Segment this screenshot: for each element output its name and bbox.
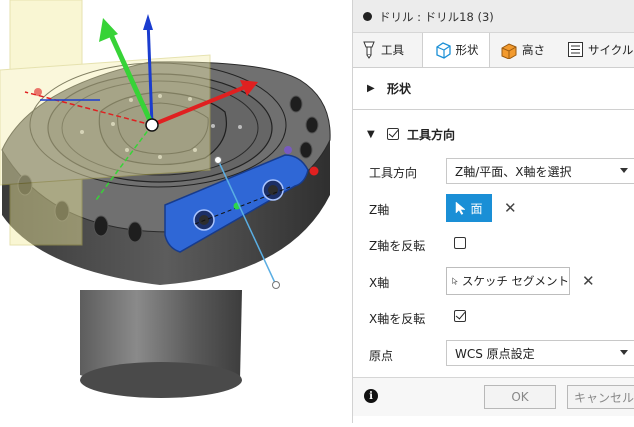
info-icon[interactable]: i <box>364 389 378 403</box>
tab-heights-label: 高さ <box>522 42 545 57</box>
heights-icon <box>500 41 518 59</box>
3d-viewport[interactable] <box>0 0 352 423</box>
collapse-arrow-icon: ▼ <box>367 128 375 140</box>
flip-z-axis-label: Z軸を反転 <box>369 239 426 253</box>
x-axis-selection-button[interactable]: スケッチ セグメント <box>446 267 570 295</box>
tab-cycle-label: サイクル <box>588 42 634 57</box>
z-axis-selection-text: 面 <box>470 201 483 216</box>
flip-x-axis-label: X軸を反転 <box>369 312 426 326</box>
section-geometry-label: 形状 <box>387 81 412 96</box>
tab-bar: 工具 形状 高さ サイクル <box>353 33 634 68</box>
cursor-arrow-icon <box>452 277 458 285</box>
section-tool-orientation-header[interactable]: ▼ 工具方向 <box>353 116 634 152</box>
drill-dialog: ドリル : ドリル18 (3) 工具 形状 高さ サイクル ▶ 形状 ▼ 工具方… <box>352 0 634 423</box>
tab-tool-label: 工具 <box>381 42 404 57</box>
tab-geometry[interactable]: 形状 <box>422 33 490 67</box>
flip-x-axis-checkbox[interactable] <box>454 310 466 322</box>
expand-arrow-icon: ▶ <box>367 82 375 94</box>
dialog-titlebar[interactable]: ドリル : ドリル18 (3) <box>353 0 634 33</box>
dialog-footer: i OK キャンセル <box>353 377 634 416</box>
orientation-value: Z軸/平面、X軸を選択 <box>455 164 572 179</box>
tab-heights[interactable]: 高さ <box>500 33 545 66</box>
tab-geometry-label: 形状 <box>455 43 479 57</box>
z-axis-selection-button[interactable]: 面 <box>446 194 492 222</box>
tab-cycle[interactable]: サイクル <box>567 33 633 66</box>
tool-orientation-checkbox[interactable] <box>387 128 399 140</box>
dialog-title: ドリル : ドリル18 (3) <box>379 10 494 24</box>
cancel-button[interactable]: キャンセル <box>567 385 634 409</box>
collapse-icon[interactable] <box>363 12 372 21</box>
chevron-down-icon <box>620 350 628 355</box>
divider <box>353 109 634 110</box>
ok-button[interactable]: OK <box>484 385 556 409</box>
flip-z-axis-checkbox[interactable] <box>454 237 466 249</box>
geometry-icon <box>434 41 452 59</box>
clear-z-axis-icon[interactable]: ✕ <box>504 199 517 217</box>
section-geometry-header[interactable]: ▶ 形状 <box>353 70 634 106</box>
tab-tool[interactable]: 工具 <box>361 33 404 66</box>
cursor-arrow-icon <box>456 201 467 215</box>
clear-x-axis-icon[interactable]: ✕ <box>582 272 595 290</box>
x-axis-label: X軸 <box>369 276 390 290</box>
origin-select[interactable]: WCS 原点設定 <box>446 340 634 366</box>
origin-value: WCS 原点設定 <box>455 346 535 361</box>
origin-label: 原点 <box>369 349 394 363</box>
section-tool-orientation-label: 工具方向 <box>407 127 456 142</box>
lower-cylinder <box>80 290 242 398</box>
tool-icon <box>361 41 377 59</box>
model-scene[interactable] <box>0 0 352 423</box>
x-axis-selection-text: スケッチ セグメント <box>461 274 569 288</box>
cycle-icon <box>567 41 584 58</box>
z-axis-label: Z軸 <box>369 203 390 217</box>
chevron-down-icon <box>620 168 628 173</box>
orientation-select[interactable]: Z軸/平面、X軸を選択 <box>446 158 634 184</box>
orientation-label: 工具方向 <box>369 166 418 180</box>
